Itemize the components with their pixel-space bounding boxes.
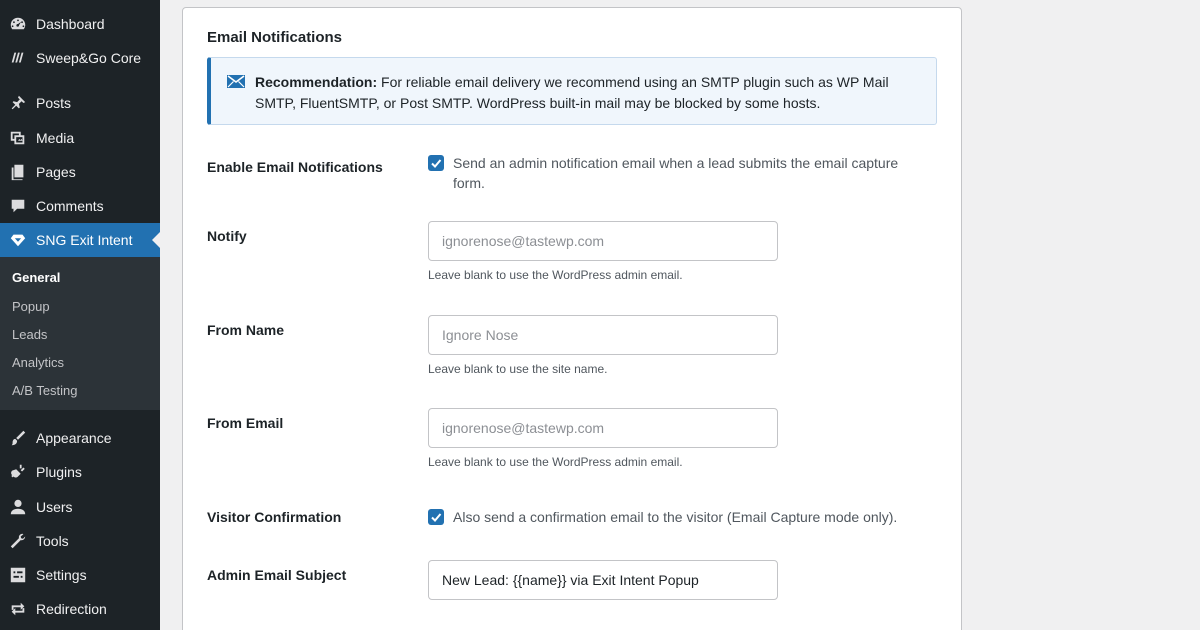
sidebar-item-sng-exit-intent[interactable]: SNG Exit Intent: [0, 223, 160, 257]
sidebar-item-label: Appearance: [36, 430, 112, 446]
notify-input[interactable]: [428, 221, 778, 261]
sidebar-item-settings[interactable]: Settings: [0, 558, 160, 592]
sidebar-item-label: Tools: [36, 533, 69, 549]
sidebar-item-plugins[interactable]: Plugins: [0, 455, 160, 489]
submenu-item-popup[interactable]: Popup: [12, 299, 50, 314]
submenu-item-analytics[interactable]: Analytics: [12, 355, 64, 370]
submenu-item-leads[interactable]: Leads: [12, 327, 47, 342]
sidebar-item-tools[interactable]: Tools: [0, 524, 160, 558]
dashboard-icon: [0, 7, 36, 41]
wrench-icon: [0, 524, 36, 558]
envelope-icon: [227, 75, 245, 88]
notice-text: Recommendation: For reliable email deliv…: [255, 72, 927, 114]
pin-icon: [0, 86, 36, 120]
card-title: Email Notifications: [207, 29, 343, 46]
from-email-help: Leave blank to use the WordPress admin e…: [428, 455, 683, 469]
notify-label: Notify: [207, 228, 247, 244]
plug-icon: [0, 455, 36, 489]
sidebar-item-media[interactable]: Media: [0, 121, 160, 155]
sidebar-item-label: Settings: [36, 567, 87, 583]
sidebar-item-appearance[interactable]: Appearance: [0, 421, 160, 455]
sidebar-item-label: Dashboard: [36, 16, 105, 32]
submenu-item-ab-testing[interactable]: A/B Testing: [12, 383, 78, 398]
sidebar-item-label: Pages: [36, 164, 76, 180]
from-name-label: From Name: [207, 322, 285, 338]
sidebar-item-dashboard[interactable]: Dashboard: [0, 7, 160, 41]
enable-notifications-checkbox[interactable]: [428, 155, 444, 171]
comment-icon: [0, 189, 36, 223]
visitor-confirmation-text: Also send a confirmation email to the vi…: [453, 509, 898, 525]
sweepgo-icon: [0, 41, 36, 75]
sidebar-submenu: General Popup Leads Analytics A/B Testin…: [0, 257, 160, 410]
user-icon: [0, 490, 36, 524]
settings-icon: [0, 558, 36, 592]
brush-icon: [0, 421, 36, 455]
sidebar-item-label: Redirection: [36, 601, 107, 617]
from-email-input[interactable]: [428, 408, 778, 448]
from-name-input[interactable]: [428, 315, 778, 355]
sidebar-item-label: Plugins: [36, 464, 82, 480]
sidebar-item-label: SNG Exit Intent: [36, 232, 133, 248]
visitor-confirmation-label: Visitor Confirmation: [207, 509, 342, 525]
check-icon: [431, 159, 442, 168]
sidebar-item-pages[interactable]: Pages: [0, 155, 160, 189]
sidebar-item-label: Comments: [36, 198, 104, 214]
submenu-item-general[interactable]: General: [12, 270, 60, 285]
enable-notifications-label: Enable Email Notifications: [207, 159, 383, 175]
from-email-label: From Email: [207, 415, 284, 431]
recommendation-notice: Recommendation: For reliable email deliv…: [207, 57, 937, 125]
admin-subject-label: Admin Email Subject: [207, 567, 347, 583]
redirect-icon: [0, 592, 36, 626]
enable-notifications-text: Send an admin notification email when a …: [453, 155, 899, 191]
sidebar-item-label: Posts: [36, 95, 72, 111]
diamond-icon: [0, 223, 36, 257]
sidebar-item-label: Sweep&Go Core: [36, 50, 142, 66]
sidebar-item-users[interactable]: Users: [0, 490, 160, 524]
check-icon: [431, 513, 442, 522]
notify-help: Leave blank to use the WordPress admin e…: [428, 268, 683, 282]
admin-subject-input[interactable]: [428, 560, 778, 600]
visitor-confirmation-checkbox[interactable]: [428, 509, 444, 525]
sidebar-item-label: Media: [36, 130, 75, 146]
active-indicator-arrow: [152, 232, 160, 248]
media-icon: [0, 121, 36, 155]
sidebar-item-posts[interactable]: Posts: [0, 86, 160, 120]
settings-card: Email Notifications Recommendation: For …: [182, 7, 962, 630]
sidebar-item-label: Users: [36, 499, 73, 515]
sidebar-item-comments[interactable]: Comments: [0, 189, 160, 223]
sidebar-item-redirection[interactable]: Redirection: [0, 592, 160, 626]
pages-icon: [0, 155, 36, 189]
from-name-help: Leave blank to use the site name.: [428, 362, 608, 376]
admin-sidebar: Dashboard Sweep&Go Core Posts Media Page…: [0, 0, 160, 630]
notice-strong: Recommendation:: [255, 74, 378, 90]
sidebar-item-sweepgo-core[interactable]: Sweep&Go Core: [0, 41, 160, 75]
